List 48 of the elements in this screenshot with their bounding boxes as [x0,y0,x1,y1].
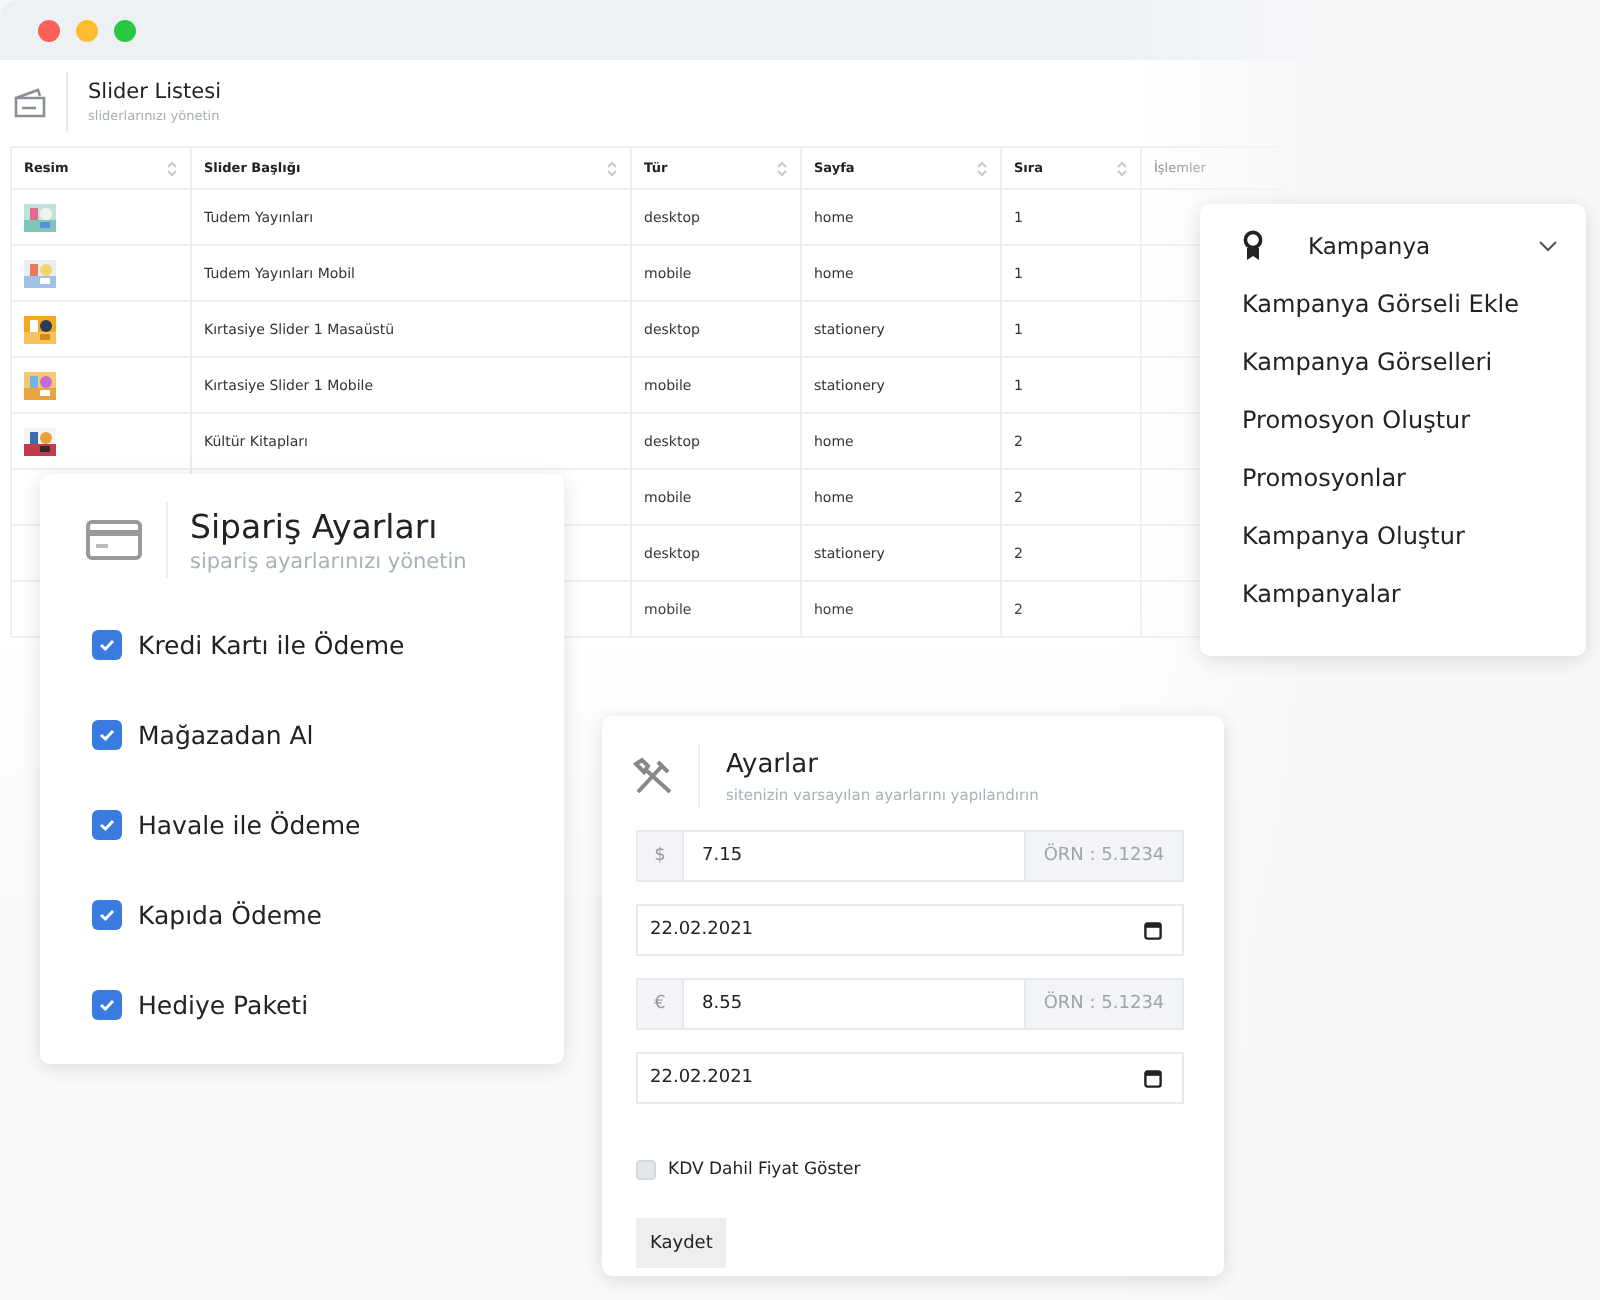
calendar-icon[interactable] [1144,921,1162,939]
menu-item[interactable]: Promosyon Oluştur [1242,406,1586,434]
checkbox-label: Kapıda Ödeme [138,900,322,930]
checkbox-label: KDV Dahil Fiyat Göster [668,1160,861,1180]
date-field[interactable]: 22.02.2021 [636,1052,1184,1104]
checkbox-label: Kredi Kartı ile Ödeme [138,630,405,660]
checkbox-label: Mağazadan Al [138,720,314,750]
card-subtitle: sipariş ayarlarınızı yönetin [190,549,467,573]
menu-item[interactable]: Kampanya Oluştur [1242,522,1586,550]
checkbox[interactable] [92,720,122,750]
checkbox-label: Hediye Paketi [138,990,309,1020]
page-title: Slider Listesi [88,80,221,104]
tools-icon [632,756,676,796]
date-field[interactable]: 22.02.2021 [636,904,1184,956]
check-icon [98,726,116,744]
card-title: Sipariş Ayarları [190,507,440,545]
card-title: Ayarlar [726,749,820,779]
credit-card-icon [86,520,142,560]
checkbox[interactable] [92,630,122,660]
price-field[interactable]: $ 7.15 ÖRN : 5.1234 [636,830,1184,882]
sort-icon[interactable] [606,159,618,177]
check-icon [98,906,116,924]
close-window-button[interactable] [38,19,60,41]
price-field[interactable]: € 8.55 ÖRN : 5.1234 [636,978,1184,1030]
sort-icon[interactable] [976,159,988,177]
check-icon [98,996,116,1014]
sort-icon[interactable] [1116,159,1128,177]
sort-icon[interactable] [776,159,788,177]
menu-item[interactable]: Promosyonlar [1242,464,1586,492]
award-icon [1242,230,1264,262]
menu-item[interactable]: Kampanyalar [1242,580,1586,608]
calendar-icon[interactable] [1144,1069,1162,1087]
chevron-icon[interactable] [1538,240,1558,252]
checkbox[interactable] [636,1160,656,1180]
slides-icon [12,86,48,118]
sort-icon[interactable] [166,159,178,177]
menu-title[interactable]: Kampanya [1308,232,1538,260]
menu-item[interactable]: Kampanya Görseli Ekle [1242,290,1586,318]
checkbox[interactable] [92,990,122,1020]
check-icon [98,636,116,654]
menu-item[interactable]: Kampanya Görselleri [1242,348,1586,376]
save-button[interactable]: Kaydet [636,1218,727,1268]
checkbox[interactable] [92,810,122,840]
minimize-window-button[interactable] [76,19,98,41]
checkbox[interactable] [92,900,122,930]
maximize-window-button[interactable] [114,19,136,41]
checkbox-label: Havale ile Ödeme [138,810,361,840]
check-icon [98,816,116,834]
